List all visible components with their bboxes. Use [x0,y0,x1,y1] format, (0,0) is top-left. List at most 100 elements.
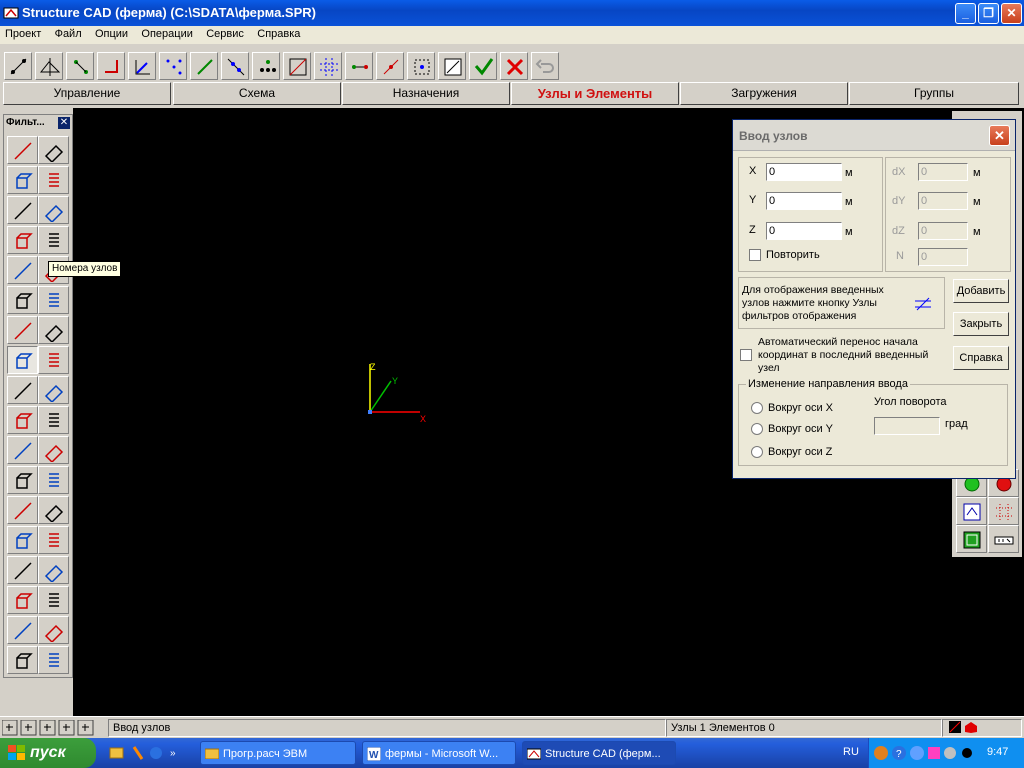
rotate-node-tool[interactable] [97,52,125,80]
dx-input[interactable]: 0 [918,163,968,181]
palette-node-select-button[interactable] [7,466,38,494]
dialog-close-button[interactable]: ✕ [989,125,1010,146]
around-z-radio[interactable] [751,446,763,458]
palette-node-cross-button[interactable] [38,316,69,344]
cancel-tool[interactable] [500,52,528,80]
maximize-button[interactable]: ❐ [978,3,999,24]
palette-spring-button[interactable] [38,166,69,194]
rotation-angle-input[interactable] [874,417,940,435]
menu-help[interactable]: Справка [252,26,305,40]
confirm-tool[interactable] [469,52,497,80]
palette-node-nj-button[interactable] [38,226,69,254]
around-x-radio[interactable] [751,402,763,414]
palette-node-rotate-button[interactable] [38,616,69,644]
mirror-node-tool[interactable] [283,52,311,80]
tab-nodes-elements[interactable]: Узлы и Элементы [511,82,679,105]
palette-parallel-lines-button[interactable] [7,346,38,374]
move-node-tool[interactable] [35,52,63,80]
palette-node-mass-button[interactable] [7,436,38,464]
palette-grid-element-button[interactable] [7,496,38,524]
palette-eraser-button[interactable] [38,136,69,164]
close-button[interactable]: ✕ [1001,3,1022,24]
undo-tool[interactable] [531,52,559,80]
palette-dotted-frame-button[interactable] [7,646,38,674]
delete-node-tool[interactable] [376,52,404,80]
palette-grid-red-button[interactable] [38,646,69,674]
numbering-view-button[interactable] [988,525,1019,553]
palette-pencil-button[interactable] [7,136,38,164]
palette-node-ne-button[interactable] [7,226,38,254]
menu-operations[interactable]: Операции [136,26,197,40]
dy-input[interactable]: 0 [918,192,968,210]
pack-nodes-tool[interactable] [407,52,435,80]
node-pattern-tool[interactable] [252,52,280,80]
around-y-radio[interactable] [751,423,763,435]
auto-transfer-checkbox[interactable] [740,349,752,361]
tab-assignments[interactable]: Назначения [342,82,510,105]
palette-node-force-button[interactable] [7,406,38,434]
palette-node-info-x-button[interactable] [38,196,69,224]
grid-node-tool[interactable] [159,52,187,80]
fill-view-button[interactable] [956,525,987,553]
line-node-tool[interactable] [190,52,218,80]
task-word[interactable]: Wфермы - Microsoft W... [362,741,516,765]
palette-support-button[interactable] [7,286,38,314]
palette-eraser-b-button[interactable] [7,526,38,554]
select-node-tool[interactable] [4,52,32,80]
menu-file[interactable]: Файл [50,26,87,40]
tray-icons[interactable]: ? [873,745,973,761]
task-structure-cad[interactable]: Structure CAD (ферм... [522,741,676,765]
tab-loads[interactable]: Загружения [680,82,848,105]
palette-nodes-move-button[interactable] [38,286,69,314]
palette-node-swap-button[interactable] [38,556,69,584]
eraser-b-icon [16,533,33,549]
tab-scheme[interactable]: Схема [173,82,341,105]
palette-layers-button[interactable] [7,556,38,584]
palette-node-load-b-button[interactable] [38,376,69,404]
help-button[interactable]: Справка [953,346,1009,370]
dz-input[interactable]: 0 [918,222,968,240]
palette-brush-button[interactable] [38,526,69,554]
palette-node-info-button[interactable] [7,196,38,224]
node-grid-tool[interactable] [314,52,342,80]
palette-node-n-button[interactable] [7,586,38,614]
menu-options[interactable]: Опции [90,26,133,40]
copy-node-tool[interactable] [66,52,94,80]
palette-parallel-cross-button[interactable] [38,346,69,374]
add-button[interactable]: Добавить [953,279,1009,303]
palette-node-gg-button[interactable] [7,616,38,644]
y-input[interactable]: 0 [766,192,842,210]
z-input[interactable]: 0 [766,222,842,240]
palette-node-g-button[interactable] [38,586,69,614]
check-scheme-tool[interactable] [438,52,466,80]
palette-cross-lines-button[interactable] [7,316,38,344]
check-icon [444,58,462,76]
frame-view-button[interactable] [956,497,987,525]
palette-node-copy-button[interactable] [38,466,69,494]
x-input[interactable]: 0 [766,163,842,181]
start-button[interactable]: пуск [0,738,96,768]
repeat-checkbox[interactable] [749,249,761,261]
divide-line-tool[interactable] [221,52,249,80]
palette-grid-elements-button[interactable] [38,496,69,524]
merge-node-tool[interactable] [345,52,373,80]
palette-node-link-button[interactable] [38,436,69,464]
n-input[interactable]: 0 [918,248,968,266]
palette-cube-button[interactable] [7,166,38,194]
palette-node-te-button[interactable] [7,256,38,284]
tab-management[interactable]: Управление [3,82,171,105]
menu-service[interactable]: Сервис [201,26,249,40]
tab-groups[interactable]: Группы [849,82,1019,105]
language-indicator[interactable]: RU [843,746,859,758]
axis-node-tool[interactable] [128,52,156,80]
menu-bar: Проект Файл Опции Операции Сервис Справк… [0,26,1024,44]
task-progr[interactable]: Прогр.расч ЭВМ [200,741,356,765]
palette-close-icon[interactable]: ✕ [58,117,70,129]
minimize-button[interactable]: _ [955,3,976,24]
node-grid-view-button[interactable] [988,497,1019,525]
quick-launch-icons[interactable]: » [108,745,178,761]
palette-node-load-a-button[interactable] [7,376,38,404]
menu-project[interactable]: Проект [0,26,46,40]
palette-node-moment-button[interactable] [38,406,69,434]
close-dialog-button[interactable]: Закрыть [953,312,1009,336]
